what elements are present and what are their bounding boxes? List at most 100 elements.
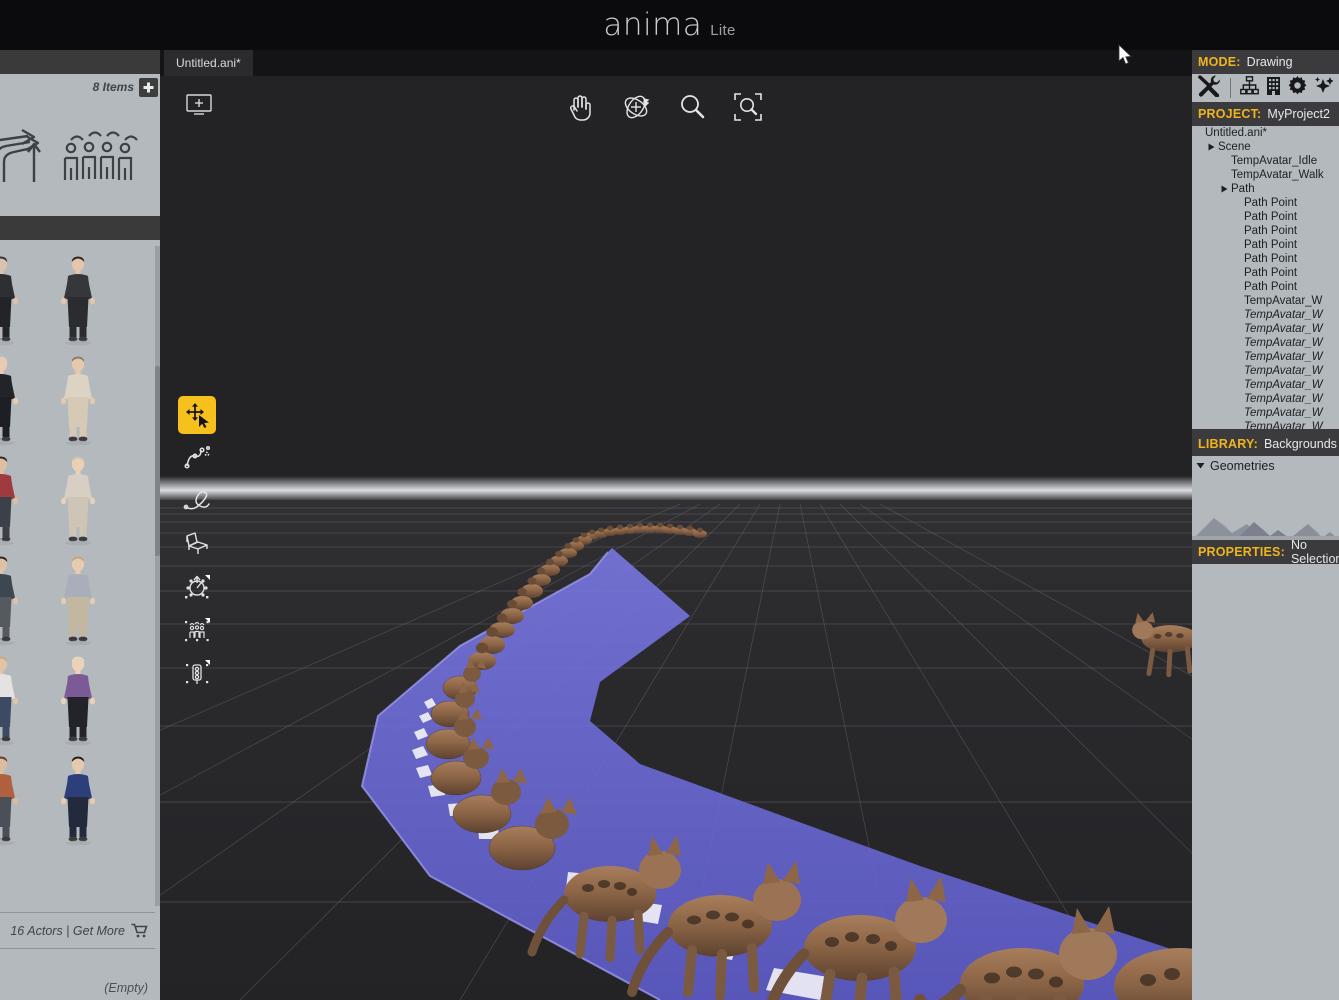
- add-viewport-icon: [186, 94, 212, 115]
- tree-item[interactable]: Path Point: [1192, 238, 1339, 252]
- select-move-icon: [186, 403, 209, 428]
- flow-path-icon[interactable]: [0, 120, 52, 195]
- tree-item[interactable]: TempAvatar_W: [1192, 420, 1339, 432]
- gear-icon[interactable]: [1288, 76, 1307, 100]
- plus-icon: [143, 82, 154, 92]
- tree-item[interactable]: Path: [1192, 182, 1339, 196]
- chevron-right-icon[interactable]: [1205, 143, 1218, 151]
- tools-icon[interactable]: [1197, 74, 1221, 102]
- left-panel-mid-divider: [0, 216, 160, 240]
- tree-item-label: Path Point: [1244, 239, 1298, 251]
- avatar-thumb[interactable]: [0, 346, 39, 446]
- tree-item[interactable]: Path Point: [1192, 280, 1339, 294]
- tree-item-label: Path Point: [1244, 197, 1298, 209]
- tree-item-label: TempAvatar_W: [1244, 323, 1323, 335]
- terrain-thumbnail[interactable]: [1192, 478, 1339, 540]
- avatar-thumb[interactable]: [39, 346, 116, 446]
- properties-key-label: PROPERTIES:: [1198, 545, 1285, 559]
- avatar-figure: [60, 756, 95, 846]
- zoom-fit-icon[interactable]: [733, 92, 763, 127]
- tree-item-label: TempAvatar_Walk: [1231, 169, 1324, 181]
- circular-flow-tool-button[interactable]: [178, 568, 216, 606]
- library-header: LIBRARY: Backgrounds: [1192, 432, 1339, 456]
- tree-item[interactable]: Scene: [1192, 140, 1339, 154]
- scene-background: [160, 76, 1192, 500]
- avatar-figure: [0, 756, 18, 846]
- crowd-icon: [185, 618, 210, 642]
- tree-item[interactable]: TempAvatar_W: [1192, 378, 1339, 392]
- seat-icon: [186, 532, 208, 554]
- library-group-geometries[interactable]: Geometries: [1192, 456, 1339, 475]
- hierarchy-icon[interactable]: [1240, 76, 1259, 100]
- tree-item[interactable]: TempAvatar_W: [1192, 294, 1339, 308]
- traffic-light-tool-button[interactable]: [178, 654, 216, 692]
- tree-item-label: Path Point: [1244, 211, 1298, 223]
- add-item-button[interactable]: [139, 77, 158, 97]
- avatar-thumb[interactable]: [39, 746, 116, 846]
- empty-slot-panel: (Empty): [0, 948, 155, 1000]
- drawing-tools-column: [176, 396, 218, 692]
- tree-item[interactable]: TempAvatar_W: [1192, 308, 1339, 322]
- building-icon[interactable]: [1266, 76, 1281, 101]
- library-value-label[interactable]: Backgrounds: [1264, 437, 1337, 451]
- viewport-3d-canvas[interactable]: [160, 76, 1192, 1000]
- avatar-thumb[interactable]: [39, 246, 116, 346]
- tree-item[interactable]: TempAvatar_W: [1192, 392, 1339, 406]
- tree-item[interactable]: Path Point: [1192, 210, 1339, 224]
- tree-item-label: TempAvatar_W: [1244, 421, 1323, 432]
- tree-item[interactable]: Path Point: [1192, 224, 1339, 238]
- draw-loop-path-tool-button[interactable]: [178, 482, 216, 520]
- avatar-figure: [0, 256, 18, 346]
- tree-item[interactable]: Path Point: [1192, 266, 1339, 280]
- library-panel[interactable]: Geometries: [1192, 456, 1339, 540]
- avatar-figure: [60, 356, 95, 446]
- avatar-thumb[interactable]: [0, 746, 39, 846]
- draw-path-tool-button[interactable]: [178, 439, 216, 477]
- crowd-area-tool-button[interactable]: [178, 611, 216, 649]
- mouse-cursor: [1118, 44, 1132, 65]
- tree-item[interactable]: Path Point: [1192, 252, 1339, 266]
- tree-item[interactable]: TempAvatar_W: [1192, 364, 1339, 378]
- mode-value-label[interactable]: Drawing: [1247, 55, 1293, 69]
- actor-thumbnail-grid[interactable]: [0, 246, 155, 906]
- chevron-right-icon[interactable]: [1218, 185, 1231, 193]
- pan-hand-icon[interactable]: [565, 92, 595, 127]
- avatar-thumb[interactable]: [39, 446, 116, 546]
- tab-untitled-ani[interactable]: Untitled.ani*: [164, 50, 253, 76]
- crowd-people-icon[interactable]: [62, 124, 138, 191]
- logo-edition-text: Lite: [710, 22, 736, 39]
- tree-item-label: TempAvatar_W: [1244, 295, 1323, 307]
- avatar-thumb[interactable]: [39, 546, 116, 646]
- avatar-thumb[interactable]: [39, 646, 116, 746]
- avatar-thumb[interactable]: [0, 246, 39, 346]
- seat-tool-button[interactable]: [178, 525, 216, 563]
- tree-item[interactable]: Untitled.ani*: [1192, 126, 1339, 140]
- tree-item-label: Untitled.ani*: [1205, 127, 1268, 139]
- orbit-icon[interactable]: [621, 92, 651, 127]
- viewport-area: Untitled.ani*: [160, 50, 1192, 1000]
- sparkle-icon[interactable]: [1314, 76, 1334, 100]
- actors-count-label[interactable]: 16 Actors | Get More: [10, 924, 125, 938]
- tree-item[interactable]: TempAvatar_Idle: [1192, 154, 1339, 168]
- select-move-tool-button[interactable]: [178, 396, 216, 434]
- avatar-figure: [60, 556, 95, 646]
- properties-header: PROPERTIES: No Selection: [1192, 538, 1339, 566]
- tree-item[interactable]: TempAvatar_W: [1192, 406, 1339, 420]
- draw-path-icon: [184, 445, 211, 469]
- tree-item[interactable]: Path Point: [1192, 196, 1339, 210]
- tree-item[interactable]: TempAvatar_Walk: [1192, 168, 1339, 182]
- avatar-thumb[interactable]: [0, 646, 39, 746]
- project-value-label[interactable]: MyProject2: [1267, 107, 1330, 121]
- avatar-thumb[interactable]: [0, 546, 39, 646]
- avatar-figure: [0, 656, 18, 746]
- tree-item[interactable]: TempAvatar_W: [1192, 336, 1339, 350]
- avatar-thumb[interactable]: [0, 446, 39, 546]
- library-thumbnails[interactable]: [1192, 478, 1339, 540]
- tree-item[interactable]: TempAvatar_W: [1192, 350, 1339, 364]
- scene-tree[interactable]: Untitled.ani* Scene TempAvatar_Idle TempAva…: [1192, 126, 1339, 432]
- right-inspector-panel: MODE: Drawing PROJECT: MyProject2 Untitl…: [1192, 50, 1339, 1000]
- add-viewport-button[interactable]: [185, 93, 213, 117]
- zoom-magnifier-icon[interactable]: [677, 92, 707, 127]
- tree-item[interactable]: TempAvatar_W: [1192, 322, 1339, 336]
- shopping-cart-icon[interactable]: [131, 923, 148, 938]
